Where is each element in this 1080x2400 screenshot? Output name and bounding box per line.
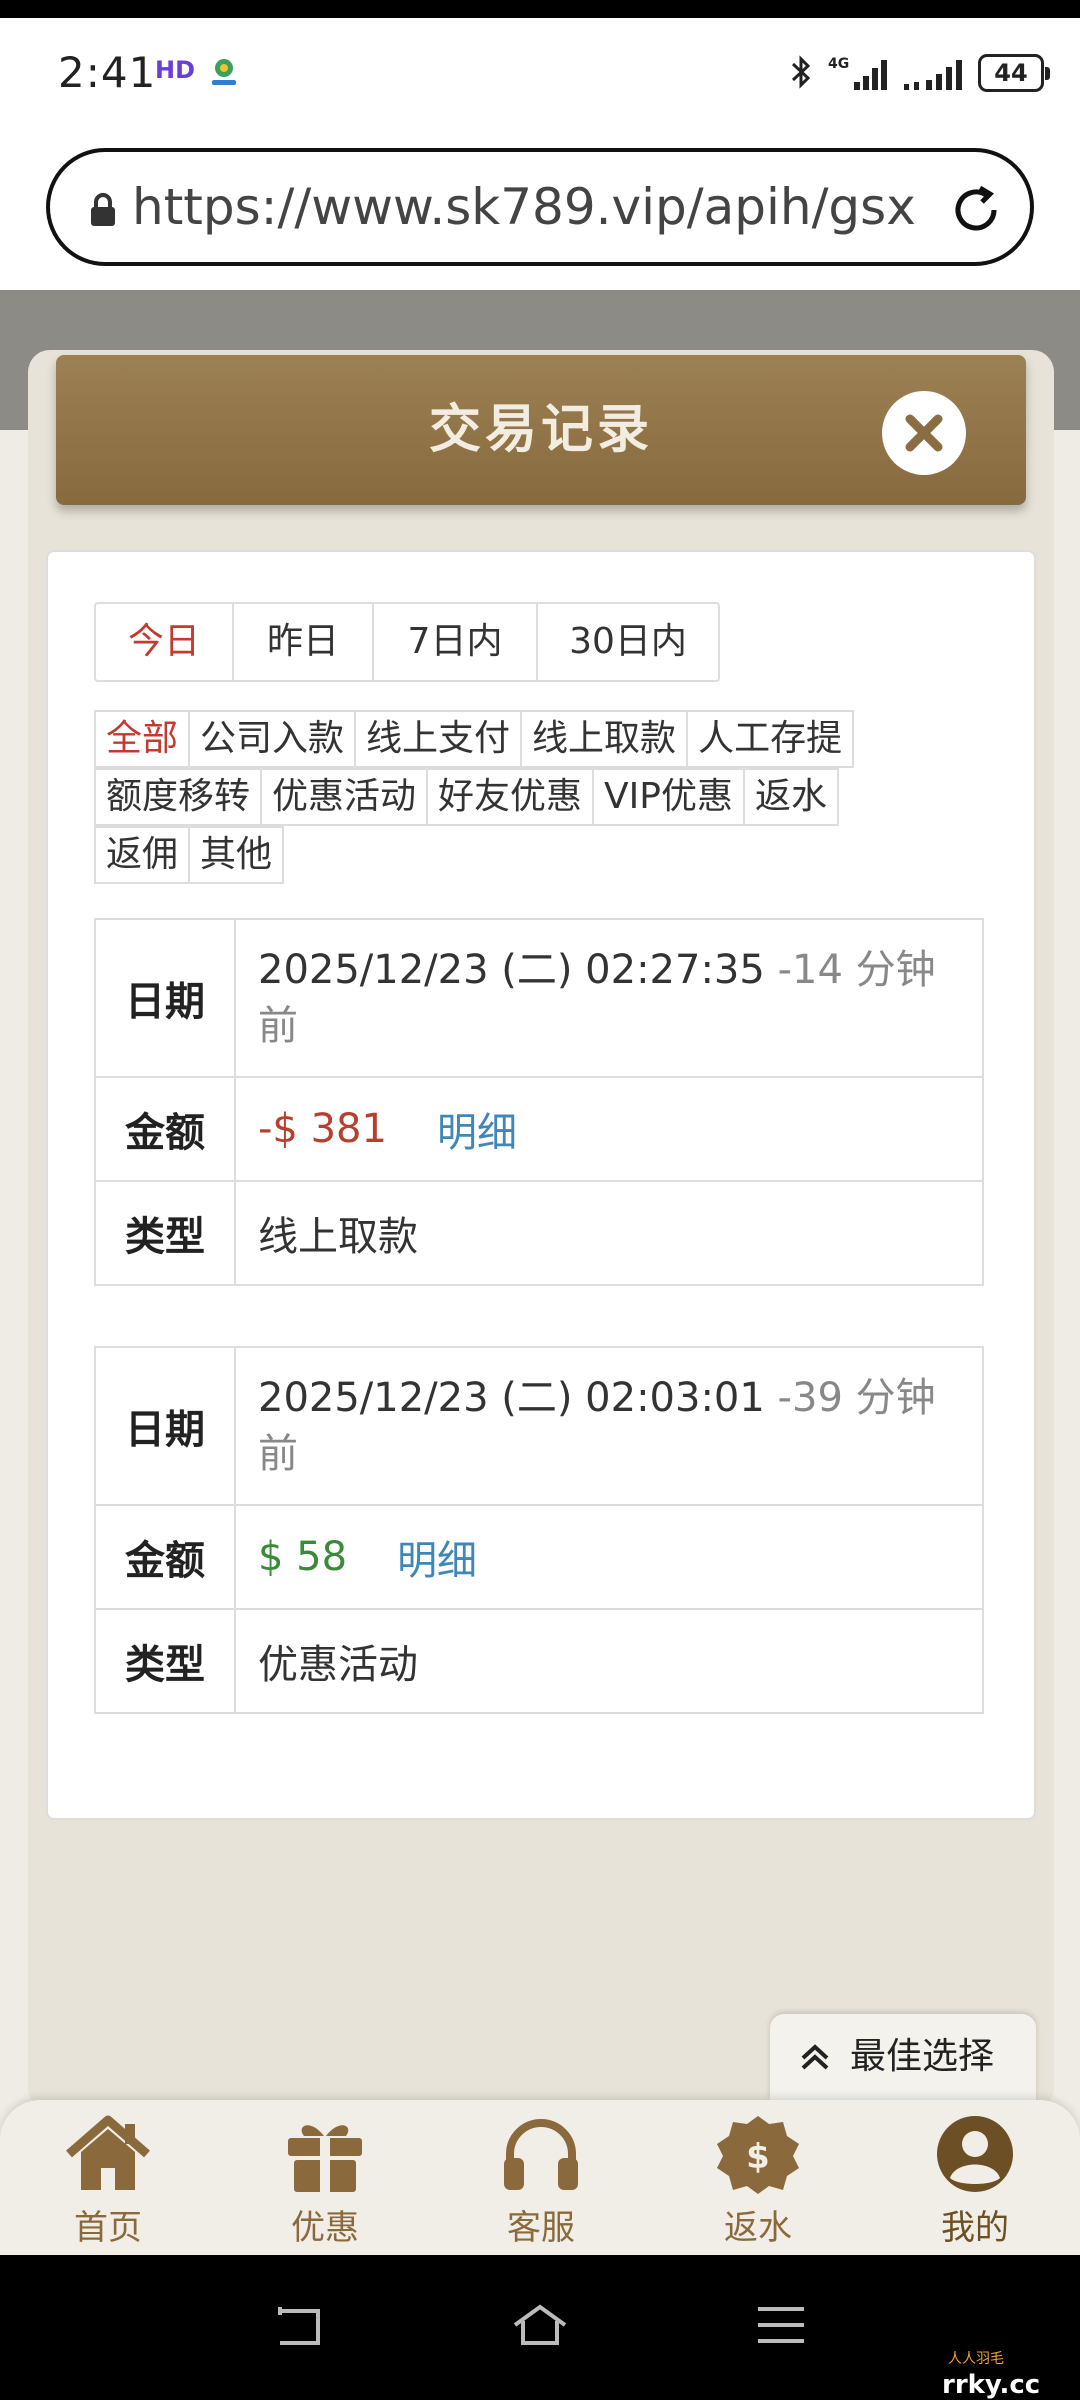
- nav-customer-service[interactable]: 客服: [471, 2114, 611, 2250]
- record-datetime: 2025/12/23 (二) 02:03:01: [258, 1375, 765, 1421]
- home-icon: [66, 2115, 150, 2190]
- bluetooth-icon: [791, 55, 811, 89]
- watermark: rrky.cc: [942, 2370, 1041, 2400]
- signal-4g-icon: 4G: [828, 56, 887, 90]
- detail-link[interactable]: 明细: [397, 1528, 477, 1586]
- user-icon: [937, 2116, 1013, 2192]
- category-other[interactable]: 其他: [188, 826, 285, 884]
- transaction-record: 日期 2025/12/23 (二) 02:27:35 -14 分钟前 金额 -$…: [94, 918, 984, 1286]
- close-button[interactable]: [882, 391, 966, 475]
- record-date: 2025/12/23 (二) 02:27:35 -14 分钟前: [236, 920, 982, 1076]
- nav-home[interactable]: 首页: [38, 2114, 178, 2250]
- record-type: 线上取款: [258, 1214, 418, 1260]
- tab-30-days[interactable]: 30日内: [538, 604, 718, 680]
- bottom-navigation: 首页 优惠 客服 $ 返水 我的: [0, 2100, 1080, 2255]
- nav-profile-label: 我的: [941, 2208, 1009, 2248]
- nav-rebate-label: 返水: [724, 2208, 792, 2248]
- reload-icon[interactable]: [946, 180, 1006, 240]
- status-bar: 2:41 HD 4G 44: [0, 18, 1080, 130]
- nav-customer-service-label: 客服: [507, 2208, 575, 2248]
- date-filter-tabs: 今日 昨日 7日内 30日内: [94, 602, 720, 682]
- tab-today[interactable]: 今日: [96, 604, 234, 680]
- category-filter: 全部 公司入款 线上支付 线上取款 人工存提 额度移转 优惠活动 好友优惠 VI…: [94, 710, 994, 884]
- back-icon[interactable]: [272, 2303, 326, 2347]
- transaction-record: 日期 2025/12/23 (二) 02:03:01 -39 分钟前 金额 $ …: [94, 1346, 984, 1714]
- top-edge: [0, 0, 1080, 18]
- battery-icon: 44: [978, 54, 1050, 92]
- nav-rebate[interactable]: $ 返水: [688, 2114, 828, 2250]
- category-company-deposit[interactable]: 公司入款: [188, 710, 357, 768]
- record-datetime: 2025/12/23 (二) 02:27:35: [258, 947, 765, 993]
- record-date: 2025/12/23 (二) 02:03:01 -39 分钟前: [236, 1348, 982, 1504]
- amount-label: 金额: [96, 1078, 236, 1180]
- category-promotions[interactable]: 优惠活动: [260, 768, 429, 826]
- status-time: 2:41: [58, 48, 157, 97]
- category-manual[interactable]: 人工存提: [686, 710, 855, 768]
- signal-icon: [904, 60, 962, 90]
- record-amount-cell: $ 58 明细: [236, 1506, 982, 1608]
- record-amount-cell: -$ 381 明细: [236, 1078, 982, 1180]
- category-rebate[interactable]: 返水: [743, 768, 840, 826]
- svg-text:$: $: [746, 2137, 770, 2177]
- nav-promotions[interactable]: 优惠: [255, 2114, 395, 2250]
- detail-link[interactable]: 明细: [437, 1100, 517, 1158]
- record-type: 优惠活动: [258, 1642, 418, 1688]
- type-label: 类型: [96, 1182, 236, 1284]
- category-all[interactable]: 全部: [94, 710, 191, 768]
- tab-7-days[interactable]: 7日内: [374, 604, 538, 680]
- category-online-payment[interactable]: 线上支付: [354, 710, 523, 768]
- svg-text:4G: 4G: [828, 56, 849, 72]
- nav-profile[interactable]: 我的: [905, 2114, 1045, 2250]
- category-transfer[interactable]: 额度移转: [94, 768, 263, 826]
- chevron-up-icon: [801, 2044, 829, 2070]
- record-amount: $ 58: [258, 1534, 348, 1580]
- tab-yesterday[interactable]: 昨日: [234, 604, 374, 680]
- type-label: 类型: [96, 1610, 236, 1712]
- address-bar[interactable]: https://www.sk789.vip/apih/gsx: [46, 148, 1034, 266]
- browser-toolbar: https://www.sk789.vip/apih/gsx: [0, 130, 1080, 290]
- hd-icon: HD: [155, 56, 196, 84]
- close-icon: [905, 414, 943, 452]
- nav-home-label: 首页: [74, 2208, 142, 2248]
- best-choice-button[interactable]: 最佳选择: [770, 2014, 1036, 2100]
- home-button-icon[interactable]: [511, 2303, 569, 2347]
- category-friend-bonus[interactable]: 好友优惠: [426, 768, 595, 826]
- amount-label: 金额: [96, 1506, 236, 1608]
- modal-header: 交易记录: [56, 355, 1026, 505]
- record-amount: -$ 381: [258, 1106, 387, 1152]
- watermark-caption: 人人羽毛: [948, 2351, 1004, 2367]
- best-choice-label: 最佳选择: [850, 2036, 995, 2077]
- nav-promotions-label: 优惠: [291, 2208, 359, 2248]
- date-label: 日期: [96, 1348, 236, 1504]
- transaction-panel: 今日 昨日 7日内 30日内 全部 公司入款 线上支付 线上取款 人工存提 额度…: [46, 550, 1036, 1820]
- dollar-badge-icon: $: [717, 2116, 799, 2194]
- category-online-withdrawal[interactable]: 线上取款: [520, 710, 689, 768]
- modal-title: 交易记录: [428, 400, 653, 460]
- app-notification-icon: [212, 59, 236, 85]
- date-label: 日期: [96, 920, 236, 1076]
- gift-icon: [288, 2125, 362, 2192]
- category-vip-bonus[interactable]: VIP优惠: [592, 768, 746, 826]
- lock-icon: [91, 193, 115, 226]
- system-navigation-bar: [0, 2255, 1080, 2400]
- url-text[interactable]: https://www.sk789.vip/apih/gsx: [132, 178, 972, 236]
- headset-icon: [504, 2119, 578, 2190]
- menu-icon[interactable]: [756, 2303, 806, 2347]
- category-commission[interactable]: 返佣: [94, 826, 191, 884]
